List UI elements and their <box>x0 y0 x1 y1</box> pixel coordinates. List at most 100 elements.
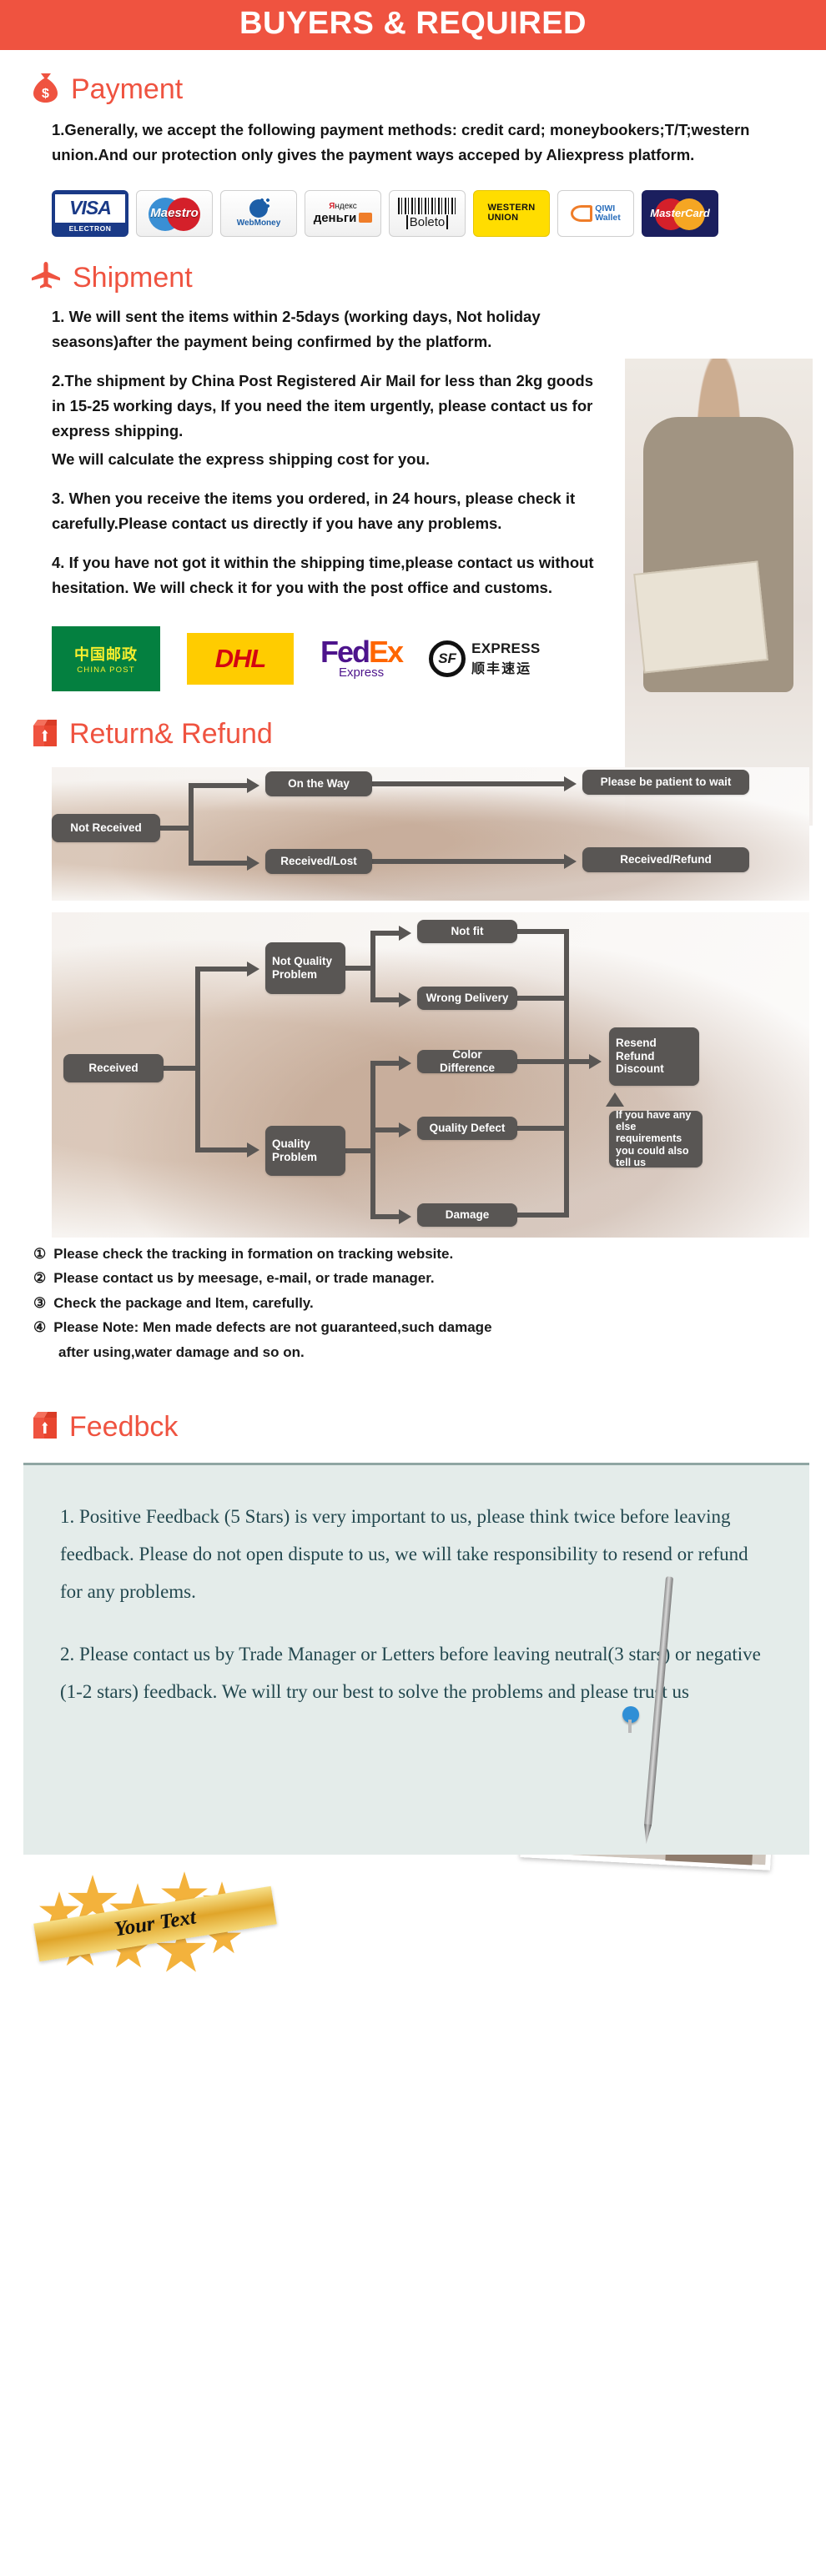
flow-line <box>345 965 374 971</box>
flow-arrow <box>399 925 411 941</box>
mastercard-wordmark: MasterCard <box>650 207 710 220</box>
flow-node-color-difference: Color Difference <box>417 1048 517 1074</box>
flow-node-not-quality-problem: Not Quality Problem <box>265 942 345 994</box>
section-title-feedback: Feedbck <box>69 1410 179 1443</box>
note-text-continued: after using,water damage and so on. <box>58 1343 305 1360</box>
money-bag-icon: $ <box>32 72 60 108</box>
flow-arrow <box>247 1142 259 1157</box>
note-text: Check the package and ltem, carefully. <box>53 1294 314 1311</box>
payment-paragraph: 1.Generally, we accept the following pay… <box>52 120 750 163</box>
list-item: ② Please contact us by meesage, e-mail, o… <box>33 1267 793 1290</box>
sf-badge-icon: SF <box>429 640 466 677</box>
china-post-en-text: CHINA POST <box>77 665 135 675</box>
fedex-ex: Ex <box>369 635 404 670</box>
flow-line <box>189 860 247 866</box>
flow-arrow <box>247 855 259 871</box>
flow-line <box>189 782 247 788</box>
payment-logo-boleto: Boleto <box>389 189 466 237</box>
list-item: ① Please check the tracking in formation … <box>33 1243 793 1266</box>
section-header-feedback: Feedbck <box>0 1363 826 1448</box>
note-text: Please check the tracking in formation o… <box>53 1245 454 1262</box>
flow-line <box>160 825 192 831</box>
china-post-cn-text: 中国邮政 <box>74 645 138 663</box>
flow-line <box>370 1127 399 1132</box>
fedex-fed: Fed <box>320 635 370 670</box>
note-text: Please Note: Men made defects are not gu… <box>53 1319 492 1336</box>
returns-flowchart-bottom: Received Not Quality Problem Quality Pro… <box>0 911 826 1238</box>
feedback-panel: 1. Positive Feedback (5 Stars) is very i… <box>23 1463 809 1855</box>
sf-express-en: EXPRESS <box>471 640 541 656</box>
flow-node-quality-problem: Quality Problem <box>265 1125 345 1176</box>
flow-line <box>372 781 564 786</box>
payment-logo-qiwi-wallet: QIWI Wallet <box>557 189 634 237</box>
flow-node-any-else-requirements: If you have any else requirements you co… <box>609 1109 703 1168</box>
webmoney-wordmark: WebMoney <box>236 218 281 228</box>
courier-logo-dhl: DHL <box>187 632 294 685</box>
courier-logo-sf-express: SF EXPRESS 顺丰速运 <box>429 640 540 677</box>
flow-line <box>370 930 375 1002</box>
payment-logo-mastercard: MasterCard <box>642 189 718 237</box>
note-number: ① <box>33 1245 47 1262</box>
note-number: ② <box>33 1270 47 1287</box>
shipment-paragraph-4: 3. When you receive the items you ordere… <box>52 489 576 532</box>
flow-node-on-the-way: On the Way <box>265 771 372 796</box>
flow-node-received-lost: Received/Lost <box>265 848 372 874</box>
visa-electron-subtext: ELECTRON <box>68 223 112 233</box>
list-item: ④ Please Note: Men made defects are not g… <box>33 1316 793 1339</box>
flow-line <box>370 930 399 936</box>
flow-line <box>517 995 569 1001</box>
pushpin-icon <box>622 1706 639 1733</box>
flow-line <box>370 1060 399 1066</box>
ribbon-text: Your Text <box>113 1906 198 1941</box>
page-title: BUYERS & REQUIRED <box>0 0 826 50</box>
flow-node-wrong-delivery: Wrong Delivery <box>417 986 517 1010</box>
payment-logo-webmoney: WebMoney <box>220 189 297 237</box>
wallet-icon <box>359 213 373 223</box>
flow-line <box>517 1058 589 1064</box>
webmoney-mark-icon <box>249 197 271 218</box>
flow-arrow <box>247 777 259 793</box>
courier-photo <box>625 359 813 826</box>
promo-page: BUYERS & REQUIRED $ Payment 1.Generally,… <box>0 0 826 1986</box>
ribbon: Your Text <box>33 1886 277 1962</box>
flow-node-received-refund: Received/Refund <box>582 846 749 872</box>
shipment-paragraph-5: 4. If you have not got it within the shi… <box>52 553 594 596</box>
shipment-paragraph-1: 1. We will sent the items within 2-5days… <box>52 307 541 350</box>
flow-line <box>517 928 569 934</box>
flow-line <box>195 968 200 1152</box>
payment-methods-row: VISA ELECTRON Maestro WebMoney ЯЯндекснд… <box>0 182 826 240</box>
flow-node-not-received: Not Received <box>52 813 160 842</box>
section-title-shipment: Shipment <box>73 262 193 294</box>
open-box-icon <box>32 1410 58 1443</box>
flow-arrow-up <box>606 1092 624 1107</box>
section-header-shipment: Shipment <box>0 240 826 299</box>
western-union-line1: WESTERN <box>487 203 536 213</box>
flow-line <box>564 928 569 1218</box>
note-number: ③ <box>33 1294 47 1311</box>
yandex-wordmark: ЯЯндексндекс <box>329 201 357 211</box>
shipment-paragraph-2: 2.The shipment by China Post Registered … <box>52 371 593 439</box>
flow-node-not-fit: Not fit <box>417 919 517 943</box>
flow-node-please-be-patient: Please be patient to wait <box>582 769 749 795</box>
section-title-payment: Payment <box>71 73 184 106</box>
flow-arrow <box>589 1053 602 1069</box>
flow-line <box>195 966 247 972</box>
open-box-icon <box>32 718 58 751</box>
bottom-star-banner: Your Text <box>33 1871 277 1972</box>
returns-notes-list: ① Please check the tracking in formation … <box>0 1238 826 1364</box>
shipment-paragraph-3: We will calculate the express shipping c… <box>52 449 431 468</box>
flow-node-quality-defect: Quality Defect <box>417 1116 517 1140</box>
flow-arrow <box>399 1055 411 1071</box>
flow-node-received: Received <box>63 1053 164 1082</box>
payment-logo-visa-electron: VISA ELECTRON <box>52 189 128 237</box>
flow-line <box>195 1147 247 1152</box>
flow-line <box>189 785 194 866</box>
note-number: ④ <box>33 1319 47 1336</box>
section-header-payment: $ Payment <box>0 50 826 113</box>
flow-line <box>164 1065 199 1071</box>
flow-line <box>517 1125 569 1131</box>
payment-logo-yandex-dengi: ЯЯндексндекс деньги <box>305 189 381 237</box>
maestro-wordmark: Maestro <box>150 206 199 221</box>
flow-arrow <box>564 853 577 869</box>
flow-line <box>370 1060 375 1219</box>
